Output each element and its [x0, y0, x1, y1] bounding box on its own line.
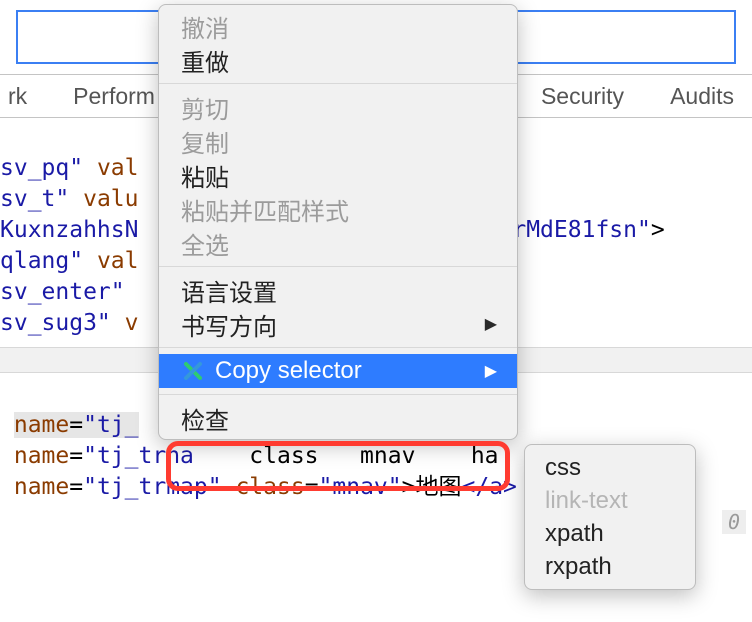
ctx-label: 粘贴 — [181, 158, 229, 193]
ctx-inspect[interactable]: 检查 — [159, 401, 517, 435]
code-line: sv_t" — [0, 186, 69, 212]
tab-partial-network[interactable]: rk — [0, 83, 35, 110]
tab-audits[interactable]: Audits — [662, 83, 752, 110]
ctx-label: 书写方向 — [181, 307, 277, 342]
ctx-paste[interactable]: 粘贴 — [159, 158, 517, 192]
chevron-right-icon: ▶ — [485, 361, 497, 381]
submenu-link-text[interactable]: link-text — [525, 484, 695, 517]
match-count: 0 — [722, 510, 746, 534]
code-frag: > — [402, 474, 416, 500]
extension-icon — [181, 359, 205, 383]
ctx-copy-selector[interactable]: Copy selector ▶ — [159, 354, 517, 388]
ctx-label: 全选 — [181, 226, 229, 261]
ctx-separator — [159, 394, 517, 395]
tab-security[interactable]: Security — [533, 83, 632, 110]
code-frag: name — [14, 443, 69, 469]
code-line: sv_pq" — [0, 155, 83, 181]
code-frag: > — [651, 217, 665, 243]
submenu-css[interactable]: css — [525, 451, 695, 484]
context-menu: 撤消 重做 剪切 复制 粘贴 粘贴并匹配样式 全选 语言设置 书写方向 ▶ Co… — [158, 4, 518, 440]
ctx-separator — [159, 347, 517, 348]
chevron-right-icon: ▶ — [485, 314, 497, 334]
ctx-label: Copy selector — [215, 357, 362, 385]
ctx-paste-match[interactable]: 粘贴并匹配样式 — [159, 192, 517, 226]
ctx-label: 语言设置 — [181, 273, 277, 308]
code-frag: </a> — [462, 474, 517, 500]
code-line: sv_sug3" — [0, 310, 111, 336]
ctx-cut[interactable]: 剪切 — [159, 90, 517, 124]
ctx-lang[interactable]: 语言设置 — [159, 273, 517, 307]
code-frag: name — [14, 412, 69, 438]
ctx-separator — [159, 266, 517, 267]
code-line: KuxnzahhsN — [0, 217, 138, 243]
code-frag: val — [83, 248, 138, 274]
ctx-label: 重做 — [181, 43, 229, 78]
ctx-label: 撤消 — [181, 9, 229, 44]
code-frag: "mnav" — [319, 474, 402, 500]
code-line: sv_enter" — [0, 279, 125, 305]
ctx-undo[interactable]: 撤消 — [159, 9, 517, 43]
ctx-label: 粘贴并匹配样式 — [181, 192, 349, 227]
code-frag: "tj_trmap" — [83, 474, 221, 500]
code-frag: class mnav ha — [194, 443, 499, 469]
ctx-copy[interactable]: 复制 — [159, 124, 517, 158]
code-frag: val — [83, 155, 138, 181]
ctx-label: 剪切 — [181, 90, 229, 125]
ctx-direction[interactable]: 书写方向 ▶ — [159, 307, 517, 341]
code-text: 地图 — [416, 474, 462, 500]
ctx-label: 检查 — [181, 401, 229, 436]
code-frag: "tj_ — [83, 412, 138, 438]
code-frag: name — [14, 474, 69, 500]
code-frag: valu — [69, 186, 138, 212]
ctx-label: 复制 — [181, 124, 229, 159]
submenu-xpath[interactable]: xpath — [525, 517, 695, 550]
code-line: qlang" — [0, 248, 83, 274]
ctx-redo[interactable]: 重做 — [159, 43, 517, 77]
ctx-separator — [159, 83, 517, 84]
code-frag: rMdE81fsn" — [512, 217, 650, 243]
ctx-select-all[interactable]: 全选 — [159, 226, 517, 260]
code-frag: v — [111, 310, 139, 336]
tab-partial-performance[interactable]: Perform — [65, 83, 163, 110]
code-frag: "tj_trha — [83, 443, 194, 469]
copy-selector-submenu: css link-text xpath rxpath — [524, 444, 696, 590]
submenu-rxpath[interactable]: rxpath — [525, 550, 695, 583]
code-frag: class — [222, 474, 305, 500]
